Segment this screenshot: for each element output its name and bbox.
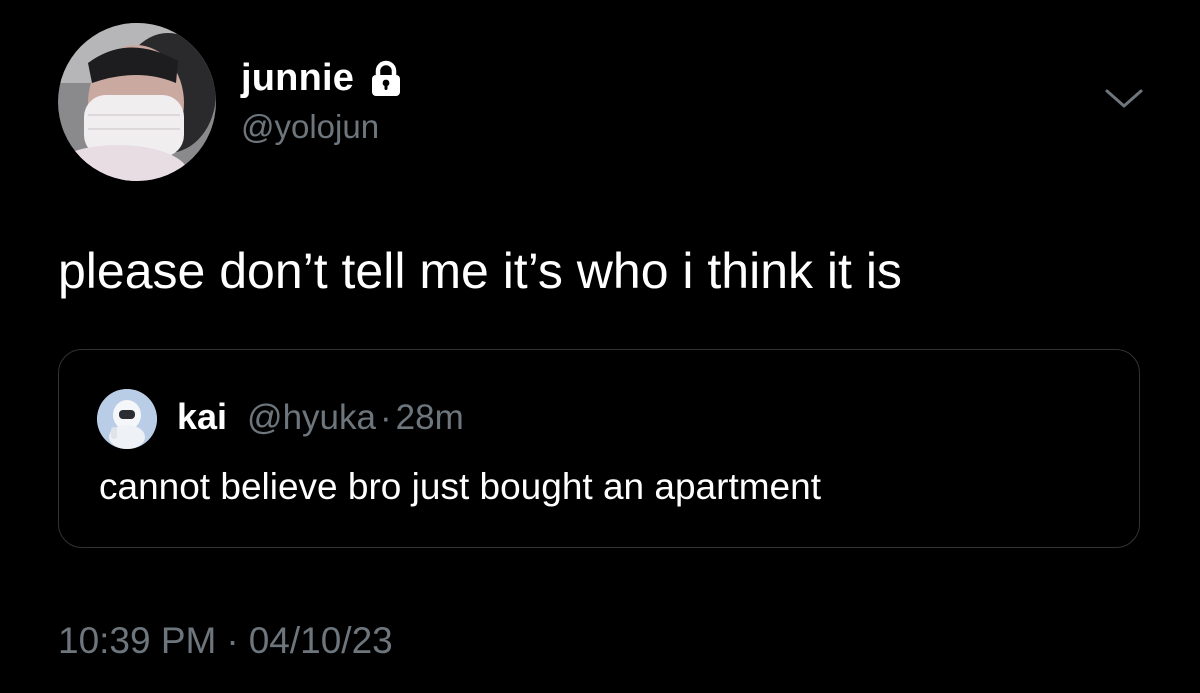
- quoted-avatar-image: [97, 389, 157, 449]
- quoted-author-display-name[interactable]: kai: [177, 396, 227, 438]
- avatar-image: [58, 23, 216, 181]
- tweet-timestamp[interactable]: 10:39 PM · 04/10/23: [58, 622, 393, 659]
- timestamp-separator: ·: [226, 620, 239, 661]
- tweet-time: 10:39 PM: [58, 620, 217, 661]
- quoted-separator: ·: [379, 398, 392, 437]
- quoted-tweet-header: kai @hyuka · 28m: [177, 396, 464, 438]
- quoted-tweet-card[interactable]: kai @hyuka · 28m cannot believe bro just…: [58, 349, 1140, 548]
- author-display-name[interactable]: junnie: [241, 59, 354, 97]
- author-handle[interactable]: @yolojun: [241, 110, 379, 143]
- tweet-text: please don’t tell me it’s who i think it…: [58, 243, 902, 299]
- quoted-tweet-time[interactable]: 28m: [396, 398, 464, 438]
- tweet-date: 04/10/23: [248, 620, 393, 661]
- tweet-container: junnie @yolojun please don’t tell me it’…: [0, 0, 1200, 693]
- author-name-row: junnie: [241, 52, 406, 104]
- quoted-author-handle[interactable]: @hyuka: [247, 398, 376, 438]
- author-avatar[interactable]: [58, 23, 216, 181]
- chevron-down-icon[interactable]: [1104, 87, 1144, 111]
- quoted-author-avatar[interactable]: [97, 389, 157, 449]
- lock-icon: [366, 58, 406, 98]
- quoted-tweet-text: cannot believe bro just bought an apartm…: [99, 466, 821, 507]
